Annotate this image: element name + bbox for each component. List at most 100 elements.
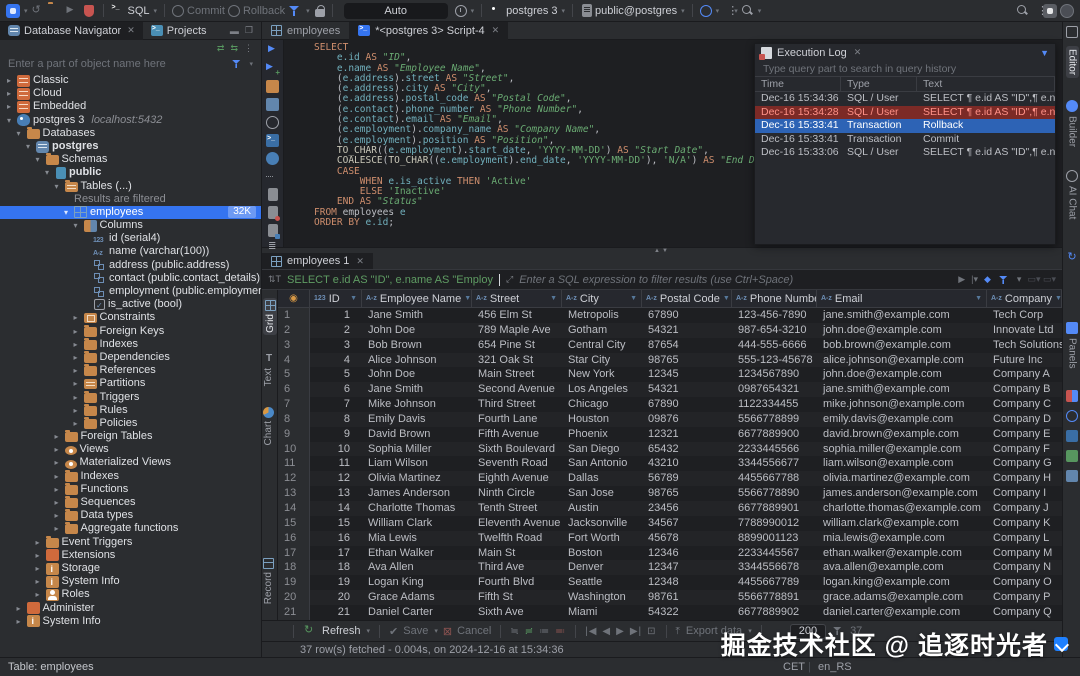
table-cell[interactable]: 67890 — [642, 397, 732, 412]
dock-tab-builder[interactable]: Builder — [1064, 100, 1080, 147]
table-cell[interactable]: Company L — [987, 531, 1062, 546]
column-header-company[interactable]: A-zCompany▼ — [987, 290, 1062, 307]
sort-filter-icon[interactable]: ▼ — [630, 295, 637, 302]
shield-icon[interactable] — [84, 5, 94, 17]
chevron-down-icon[interactable]: ▾ — [24, 7, 28, 15]
table-cell[interactable]: Mia Lewis — [362, 531, 472, 546]
table-cell[interactable]: Second Avenue — [472, 382, 562, 397]
chevron-right-icon[interactable]: ▸ — [4, 87, 14, 100]
chevron-right-icon[interactable]: ▸ — [52, 509, 62, 522]
commit-button[interactable]: Commit — [187, 5, 225, 17]
chevron-right-icon[interactable]: ▸ — [52, 443, 62, 456]
view-tab-record[interactable]: Record — [263, 558, 274, 604]
filter-icon[interactable] — [288, 4, 302, 18]
table-cell[interactable]: ethan.walker@example.com — [817, 546, 987, 561]
table-cell[interactable]: 2233445567 — [732, 546, 817, 561]
tree-item-indexes[interactable]: ▸Indexes — [0, 338, 261, 351]
table-cell[interactable]: 1122334455 — [732, 397, 817, 412]
delete-row-icon[interactable]: ≔ — [539, 626, 550, 637]
tree-item-triggers[interactable]: ▸Triggers — [0, 391, 261, 404]
table-row[interactable]: 1515William ClarkEleventh AvenueJacksonv… — [278, 516, 1062, 531]
table-cell[interactable]: David Brown — [362, 427, 472, 442]
table-cell[interactable]: 987-654-3210 — [732, 323, 817, 338]
chevron-down-icon[interactable]: ▾ — [306, 7, 310, 15]
chevron-down-icon[interactable]: ▾ — [1017, 274, 1022, 285]
tree-item-foreign-tables[interactable]: ▸Foreign Tables — [0, 430, 261, 443]
tree-item-extensions[interactable]: ▸Extensions — [0, 549, 261, 562]
table-cell[interactable]: 6677889902 — [732, 605, 817, 620]
table-cell[interactable]: Sixth Boulevard — [472, 442, 562, 457]
structure-icon[interactable] — [266, 242, 279, 255]
tree-item-event-triggers[interactable]: ▸Event Triggers — [0, 536, 261, 549]
row-number[interactable]: 1 — [278, 308, 310, 323]
table-cell[interactable]: 23456 — [642, 501, 732, 516]
tx-mode-combo[interactable]: Auto — [344, 3, 448, 19]
filter-icon[interactable] — [998, 274, 1009, 285]
tree-item-embedded[interactable]: ▸Embedded — [0, 100, 261, 113]
log-row[interactable]: Dec-16 15:34:28SQL / UserSELECT ¶ e.id A… — [755, 106, 1055, 120]
documentation-icon[interactable] — [266, 98, 279, 111]
table-cell[interactable]: 45678 — [642, 531, 732, 546]
column-header-id[interactable]: 123ID▼ — [310, 290, 362, 307]
chevron-right-icon[interactable]: ▸ — [33, 588, 43, 601]
table-cell[interactable]: John Doe — [362, 367, 472, 382]
chevron-right-icon[interactable]: ▸ — [71, 391, 81, 404]
row-number[interactable]: 6 — [278, 382, 310, 397]
chevron-right-icon[interactable]: ▸ — [4, 74, 14, 87]
table-cell[interactable]: Grace Adams — [362, 590, 472, 605]
chevron-right-icon[interactable]: ▸ — [14, 615, 24, 628]
table-row[interactable]: 1414Charlotte ThomasTenth StreetAustin23… — [278, 501, 1062, 516]
table-cell[interactable]: alice.johnson@example.com — [817, 353, 987, 368]
log-row[interactable]: Dec-16 15:33:41TransactionCommit — [755, 133, 1055, 147]
table-cell[interactable]: Seventh Road — [472, 456, 562, 471]
dock-tab-ai-chat[interactable]: AI Chat — [1064, 170, 1080, 219]
table-cell[interactable]: liam.wilson@example.com — [817, 456, 987, 471]
chevron-right-icon[interactable]: ▸ — [71, 325, 81, 338]
chevron-down-icon[interactable]: ▾ — [154, 7, 158, 15]
tree-item-system-info[interactable]: ▸System Info — [0, 575, 261, 588]
table-cell[interactable]: 13 — [310, 486, 362, 501]
table-cell[interactable]: 1 — [310, 308, 362, 323]
table-row[interactable]: 2121Daniel CarterSixth AveMiami543226677… — [278, 605, 1062, 620]
table-cell[interactable]: Company G — [987, 456, 1062, 471]
chevron-down-icon[interactable]: ▾ — [367, 627, 371, 635]
table-cell[interactable]: Company O — [987, 575, 1062, 590]
tree-item-name-varchar-100-[interactable]: name (varchar(100)) — [0, 245, 261, 258]
table-cell[interactable]: Alice Johnson — [362, 353, 472, 368]
row-number[interactable]: 5 — [278, 367, 310, 382]
chevron-right-icon[interactable]: ▸ — [33, 575, 43, 588]
tree-item-tables-[interactable]: ▾Tables (...) — [0, 180, 261, 193]
next-page-icon[interactable]: ▶ — [616, 626, 625, 637]
table-cell[interactable]: Fort Worth — [562, 531, 642, 546]
chevron-right-icon[interactable]: ▸ — [52, 456, 62, 469]
row-number[interactable]: 7 — [278, 397, 310, 412]
table-cell[interactable]: 20 — [310, 590, 362, 605]
chevron-right-icon[interactable]: ▸ — [71, 377, 81, 390]
row-number[interactable]: 19 — [278, 575, 310, 590]
table-cell[interactable]: Emily Davis — [362, 412, 472, 427]
table-cell[interactable]: Sixth Ave — [472, 605, 562, 620]
find-usages-icon[interactable] — [741, 4, 754, 17]
table-cell[interactable]: logan.king@example.com — [817, 575, 987, 590]
tree-item-indexes[interactable]: ▸Indexes — [0, 470, 261, 483]
run-icon[interactable] — [266, 44, 279, 57]
column-header-phone-number[interactable]: A-zPhone Number▼ — [732, 290, 817, 307]
table-cell[interactable]: 3344556678 — [732, 560, 817, 575]
table-cell[interactable]: Company P — [987, 590, 1062, 605]
table-cell[interactable]: mike.johnson@example.com — [817, 397, 987, 412]
table-cell[interactable]: 98765 — [642, 486, 732, 501]
undo-icon[interactable] — [31, 4, 45, 18]
settings-icon[interactable] — [266, 152, 279, 165]
tree-item-policies[interactable]: ▸Policies — [0, 417, 261, 430]
sort-filter-icon[interactable]: ▼ — [464, 295, 471, 302]
table-cell[interactable]: Jane Smith — [362, 308, 472, 323]
table-cell[interactable]: Main St — [472, 546, 562, 561]
table-row[interactable]: 22John Doe789 Maple AveGotham54321987-65… — [278, 323, 1062, 338]
chevron-right-icon[interactable]: ▸ — [71, 364, 81, 377]
row-number[interactable]: 4 — [278, 353, 310, 368]
table-cell[interactable]: 65432 — [642, 442, 732, 457]
table-cell[interactable]: Logan King — [362, 575, 472, 590]
table-cell[interactable]: 5566778890 — [732, 486, 817, 501]
table-cell[interactable]: Miami — [562, 605, 642, 620]
table-cell[interactable]: Star City — [562, 353, 642, 368]
